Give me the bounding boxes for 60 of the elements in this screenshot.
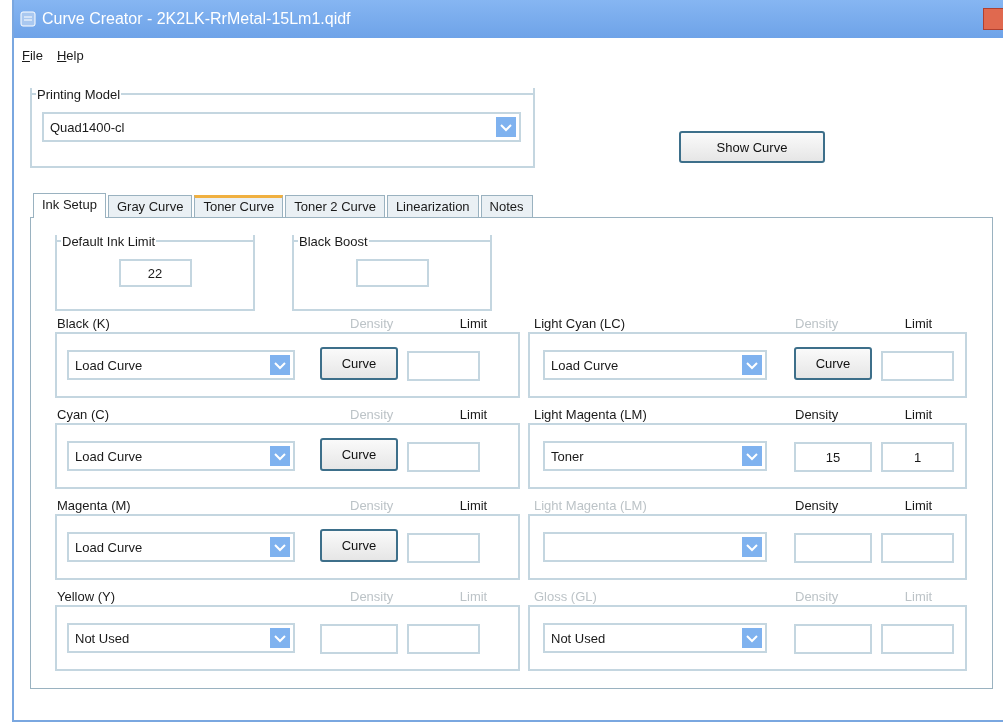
dropdown[interactable]: Toner bbox=[543, 441, 767, 471]
dropdown[interactable]: Load Curve bbox=[543, 350, 767, 380]
limit-label: Limit bbox=[458, 407, 489, 422]
tab[interactable]: Toner 2 Curve bbox=[285, 195, 385, 217]
channel-name: Light Magenta (LM) bbox=[533, 407, 648, 422]
channel-name: Cyan (C) bbox=[56, 407, 110, 422]
group-label: Default Ink Limit bbox=[61, 233, 157, 249]
limit-label: Limit bbox=[903, 407, 934, 422]
curve-button[interactable]: Curve bbox=[794, 346, 872, 380]
tab[interactable]: Ink Setup bbox=[33, 193, 106, 218]
density-label: Density bbox=[795, 498, 840, 513]
limit-label: Limit bbox=[903, 316, 934, 331]
dropdown[interactable]: Not Used bbox=[67, 623, 295, 653]
channel-name: Light Cyan (LC) bbox=[533, 316, 627, 331]
channel-name: Yellow (Y) bbox=[56, 589, 117, 604]
curve-button[interactable]: Curve bbox=[320, 528, 398, 562]
limit-label: Limit bbox=[458, 316, 489, 331]
dropdown[interactable]: Load Curve bbox=[67, 350, 295, 380]
density-label: Density bbox=[350, 589, 395, 604]
tab[interactable]: Notes bbox=[480, 195, 533, 217]
menu-item[interactable]: Help bbox=[56, 48, 84, 72]
dropdown-value: Not Used bbox=[551, 630, 606, 646]
input-field[interactable]: 22 bbox=[118, 259, 192, 287]
tab[interactable]: Toner Curve bbox=[194, 195, 284, 217]
density-label: Density bbox=[350, 407, 395, 422]
channel-name: Light Magenta (LM) bbox=[533, 498, 648, 513]
dropdown[interactable]: Quad1400-cl bbox=[42, 112, 521, 142]
dropdown-value: Quad1400-cl bbox=[50, 119, 125, 135]
limit-label: Limit bbox=[458, 589, 489, 604]
dropdown[interactable]: Not Used bbox=[543, 623, 767, 653]
channel-name: Black (K) bbox=[56, 316, 111, 331]
menu-item[interactable]: File bbox=[22, 48, 43, 72]
density-label: Density bbox=[350, 498, 395, 513]
limit-label: Limit bbox=[903, 589, 934, 604]
tab[interactable]: Linearization bbox=[386, 195, 479, 217]
dropdown[interactable]: Load Curve bbox=[67, 441, 295, 471]
dropdown-value: Load Curve bbox=[551, 357, 619, 373]
window-title: Curve Creator - 2K2LK-RrMetal-15Lm1.qidf bbox=[42, 10, 351, 28]
channel-name: Gloss (GL) bbox=[533, 589, 598, 604]
dropdown[interactable]: Load Curve bbox=[67, 532, 295, 562]
density-label: Density bbox=[795, 316, 840, 331]
density-label: Density bbox=[795, 407, 840, 422]
limit-field[interactable]: 1 bbox=[881, 442, 954, 472]
dropdown-value: Load Curve bbox=[75, 448, 143, 464]
dropdown-value: Not Used bbox=[75, 630, 130, 646]
curve-button[interactable]: Curve bbox=[320, 437, 398, 471]
density-label: Density bbox=[350, 316, 395, 331]
group-label: Black Boost bbox=[298, 233, 369, 249]
density-label: Density bbox=[795, 589, 840, 604]
density-field[interactable]: 15 bbox=[794, 442, 872, 472]
show-curve-button[interactable]: Show Curve bbox=[679, 131, 825, 163]
curve-button[interactable]: Curve bbox=[320, 346, 398, 380]
limit-label: Limit bbox=[903, 498, 934, 513]
tab[interactable]: Gray Curve bbox=[107, 195, 193, 217]
dropdown-value: Load Curve bbox=[75, 539, 143, 555]
limit-label: Limit bbox=[458, 498, 489, 513]
dropdown-value: Load Curve bbox=[75, 357, 143, 373]
channel-name: Magenta (M) bbox=[56, 498, 132, 513]
dropdown-value: Toner bbox=[551, 448, 584, 464]
group-label: Printing Model bbox=[36, 86, 122, 102]
